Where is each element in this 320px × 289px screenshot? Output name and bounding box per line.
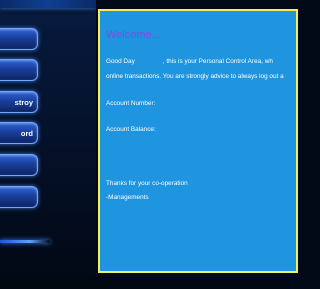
content-panel: Welcome... Good Day , this is your Person… bbox=[98, 9, 298, 273]
nav-button-1[interactable] bbox=[0, 28, 38, 50]
nav-button-destroy[interactable]: stroy bbox=[0, 91, 38, 113]
sidebar-glow-divider bbox=[0, 240, 50, 243]
nav-button-password[interactable]: ord bbox=[0, 122, 38, 144]
nav-button-6[interactable] bbox=[0, 186, 38, 208]
account-balance-label: Account Balance: bbox=[106, 126, 156, 133]
nav-button-5[interactable] bbox=[0, 154, 38, 176]
account-number-label: Account Number: bbox=[106, 100, 156, 107]
nav-button-2[interactable] bbox=[0, 59, 38, 81]
greeting-start: Good Day bbox=[106, 58, 135, 65]
sidebar: stroy ord bbox=[0, 0, 96, 289]
sidebar-top-strip bbox=[0, 0, 96, 8]
thanks-line: Thanks for your co-operation bbox=[106, 180, 188, 187]
welcome-title: Welcome... bbox=[106, 29, 161, 41]
bottom-bar bbox=[0, 277, 289, 289]
greeting-rest: , this is your Personal Control Area, wh bbox=[162, 58, 273, 65]
signature-line: -Managements bbox=[106, 194, 149, 201]
advice-line: online transactions. You are strongly ad… bbox=[106, 73, 284, 80]
greeting-line: Good Day , this is your Personal Control … bbox=[106, 58, 273, 65]
